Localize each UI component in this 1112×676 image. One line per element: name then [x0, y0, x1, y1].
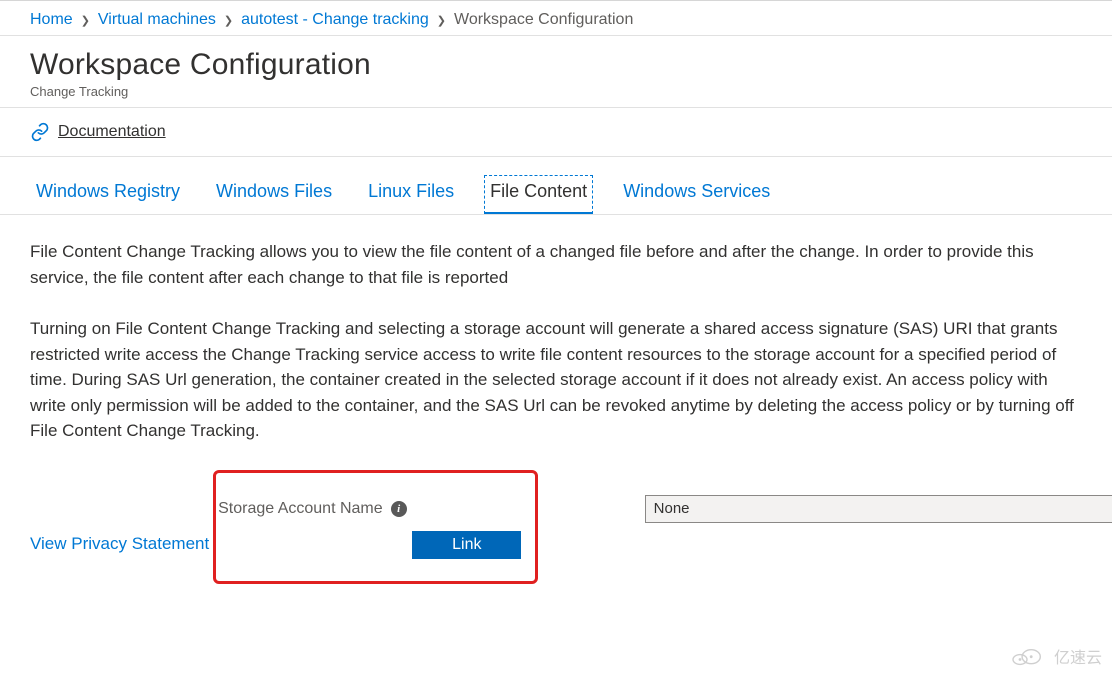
breadcrumb-home[interactable]: Home — [30, 11, 73, 29]
tabs: Windows Registry Windows Files Linux Fil… — [0, 157, 1112, 215]
page-header: Workspace Configuration Change Tracking — [0, 36, 1112, 108]
breadcrumb-current: Workspace Configuration — [454, 11, 633, 29]
cloud-icon — [1006, 645, 1048, 667]
intro-paragraph-2: Turning on File Content Change Tracking … — [30, 316, 1082, 444]
page-title: Workspace Configuration — [30, 48, 1082, 82]
chevron-right-icon: ❯ — [437, 14, 446, 27]
main-content: File Content Change Tracking allows you … — [0, 215, 1112, 602]
breadcrumb-virtual-machines[interactable]: Virtual machines — [98, 11, 216, 29]
tab-linux-files[interactable]: Linux Files — [362, 175, 460, 214]
info-icon[interactable]: i — [391, 501, 407, 517]
tab-windows-services[interactable]: Windows Services — [617, 175, 776, 214]
chevron-right-icon: ❯ — [224, 14, 233, 27]
tab-file-content[interactable]: File Content — [484, 175, 593, 214]
watermark: 亿速云 — [1006, 644, 1102, 668]
privacy-statement-link[interactable]: View Privacy Statement — [30, 534, 209, 554]
breadcrumb-autotest-change-tracking[interactable]: autotest - Change tracking — [241, 11, 429, 29]
page-subtitle: Change Tracking — [30, 84, 1082, 99]
documentation-row: Documentation — [0, 108, 1112, 157]
intro-paragraph-1: File Content Change Tracking allows you … — [30, 239, 1082, 290]
documentation-link[interactable]: Documentation — [58, 123, 166, 141]
breadcrumb: Home ❯ Virtual machines ❯ autotest - Cha… — [0, 1, 1112, 36]
link-icon — [30, 122, 50, 142]
storage-account-row: Storage Account Name i — [218, 495, 521, 523]
storage-account-input[interactable] — [645, 495, 1112, 523]
tab-windows-registry[interactable]: Windows Registry — [30, 175, 186, 214]
storage-account-highlight: Storage Account Name i Link — [213, 470, 538, 584]
chevron-right-icon: ❯ — [81, 14, 90, 27]
link-button[interactable]: Link — [412, 531, 521, 559]
storage-account-label: Storage Account Name — [218, 500, 383, 518]
watermark-text: 亿速云 — [1054, 644, 1102, 668]
tab-windows-files[interactable]: Windows Files — [210, 175, 338, 214]
